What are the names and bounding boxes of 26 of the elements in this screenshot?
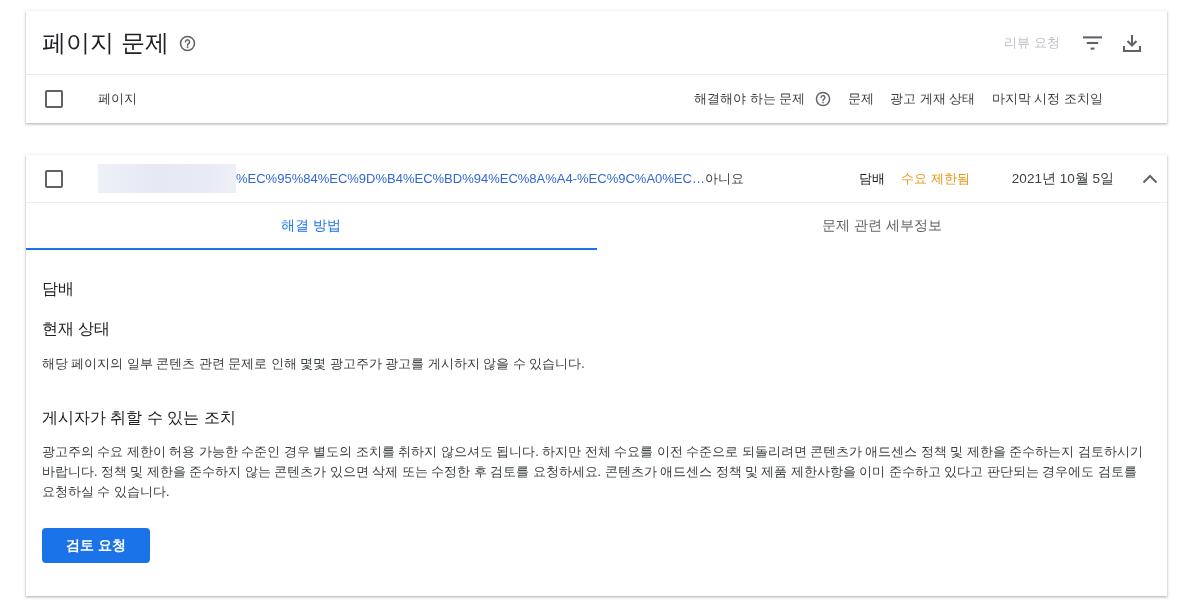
section-heading: 게시자가 취할 수 있는 조치	[42, 408, 237, 428]
table-cell: 2021년 10월 5일	[1011, 169, 1114, 188]
page-link[interactable]: %EC%95%84%EC%9D%B4%EC%BD%94%EC%8A%A4-%EC%9C%A0%EC…	[236, 171, 705, 186]
table-cell-text: 아니요	[704, 169, 745, 188]
tab[interactable]: 해결 방법	[26, 203, 597, 250]
column-header: 페이지	[98, 90, 137, 108]
category-title: 담배	[42, 279, 75, 299]
column-header: 마지막 시정 조치일	[991, 90, 1103, 108]
section-text: 광고주의 수요 제한이 허용 가능한 수준인 경우 별도의 조치를 취하지 않으셔도 됩니다. 하지만 전체 수요를 이전 수준으로 되돌리려면 콘텐츠가 애드센스 정책 및 제한을 준수하는지 검토하시기 바랍니다. 정책 및 제한을 준수하지 않는 콘텐츠가 있으면 삭제 또는 수정한 후 검토를 요청하세요. 콘텐츠가 애드센스 정책 및 제품 제한사항을 이미 준수하고 있다고 판단되는 경우에도 검토를 요청하실 수 있습니다.	[42, 444, 1144, 501]
section-heading: 현재 상태	[42, 319, 112, 339]
page-title: 페이지 문제	[42, 27, 169, 58]
table-cell-text: 담배	[858, 169, 886, 188]
checkbox[interactable]	[45, 169, 63, 188]
column-header: 문제	[848, 90, 874, 108]
section-text: 해당 페이지의 일부 콘텐츠 관련 문제로 인해 몇몇 광고주가 광고를 게시하지 않을 수 있습니다.	[42, 356, 586, 373]
column-header: 해결해야 하는 문제	[694, 90, 806, 108]
download-icon[interactable]	[1123, 33, 1141, 52]
review-request-button[interactable]: 검토 요청	[42, 528, 150, 563]
filter-icon[interactable]	[1083, 35, 1102, 50]
tab[interactable]: 문제 관련 세부정보	[596, 203, 1167, 250]
chevron-icon[interactable]	[1141, 173, 1158, 184]
help-icon[interactable]	[815, 91, 832, 107]
column-header: 광고 게재 상태	[890, 90, 976, 108]
checkbox[interactable]	[45, 90, 63, 108]
help-icon[interactable]	[178, 35, 196, 52]
status-text: 수요 제한됨	[900, 169, 971, 188]
